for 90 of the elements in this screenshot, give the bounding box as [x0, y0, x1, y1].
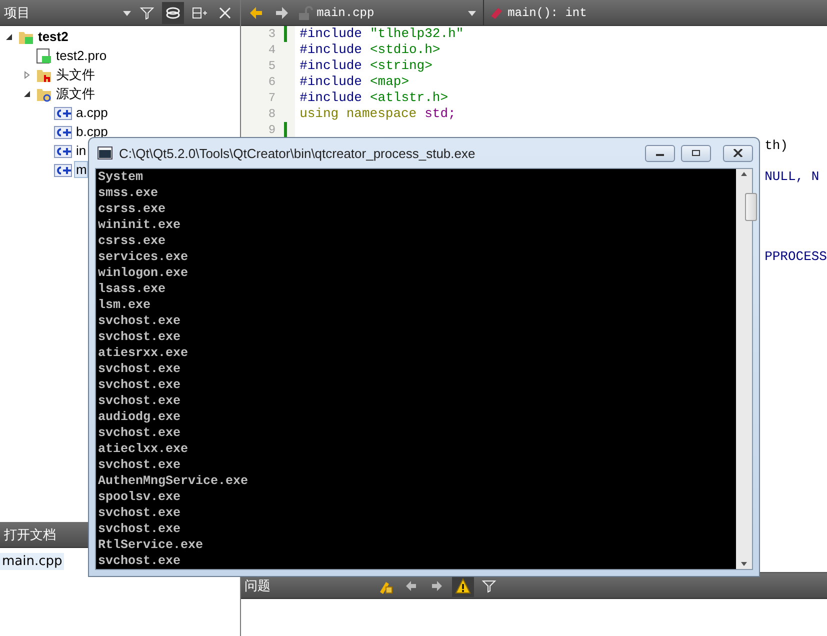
console-line: AuthenMngService.exe	[98, 473, 250, 489]
document-item[interactable]: main.cpp	[0, 553, 64, 570]
console-line: smss.exe	[98, 185, 160, 201]
close-button[interactable]	[723, 144, 753, 162]
tree-item[interactable]: test2	[36, 28, 70, 45]
file-name: main.cpp	[316, 6, 376, 20]
console-line: winlogon.exe	[98, 265, 190, 281]
console-line: wininit.exe	[98, 217, 182, 233]
code-token: <stdio.h>	[370, 42, 440, 58]
console-line: svchost.exe	[98, 393, 182, 409]
line-number: 3	[268, 26, 277, 42]
dropdown-arrow-icon	[466, 8, 477, 16]
dropdown-arrow-icon[interactable]	[122, 8, 132, 16]
code-token: <string>	[370, 58, 432, 74]
expanded-arrow-icon	[23, 90, 31, 98]
panel-title: 问题	[244, 578, 271, 594]
panel-title: 打开文档	[4, 526, 56, 544]
expanded-arrow-icon	[5, 32, 13, 40]
minimize-button[interactable]	[645, 144, 675, 162]
console-line: spoolsv.exe	[98, 489, 182, 505]
console-line: svchost.exe	[98, 313, 182, 329]
panel-title: 项目	[4, 4, 31, 22]
code-token: std;	[424, 106, 456, 122]
console-line: svchost.exe	[98, 521, 182, 537]
qt-project-file-icon	[36, 48, 52, 64]
back-arrow-icon	[248, 4, 264, 20]
console-line: svchost.exe	[98, 377, 182, 393]
console-line: atiesrxx.exe	[98, 345, 190, 361]
console-line: lsm.exe	[98, 297, 152, 313]
collapsed-arrow-icon	[23, 70, 31, 78]
code-fragment: NULL, N	[764, 169, 820, 185]
line-number: 8	[268, 106, 277, 122]
maximize-button[interactable]	[681, 144, 711, 162]
console-line: svchost.exe	[98, 505, 182, 521]
code-fragment: th)	[764, 138, 789, 154]
warning-icon	[454, 578, 471, 594]
cpp-file-icon	[54, 124, 72, 140]
cpp-file-icon	[54, 104, 72, 120]
console-line: RtlService.exe	[98, 537, 204, 553]
cpp-file-icon	[54, 142, 72, 158]
code-token: "tlhelp32.h"	[370, 26, 464, 42]
code-token: #include	[300, 42, 362, 58]
code-token: #include	[300, 26, 362, 42]
line-number: 4	[268, 42, 277, 58]
console-line: svchost.exe	[98, 361, 182, 377]
console-line: System	[98, 169, 144, 185]
filter-icon	[480, 578, 497, 594]
lock-icon	[296, 4, 313, 20]
tree-item[interactable]: in	[74, 142, 88, 159]
tree-item[interactable]: m	[74, 161, 88, 178]
code-token: #include	[300, 58, 362, 74]
close-icon	[733, 149, 743, 157]
console-line: audiodg.exe	[98, 409, 182, 425]
console-line: atieclxx.exe	[98, 441, 190, 457]
code-fragment: PPROCESS	[764, 249, 827, 265]
console-line: lsass.exe	[98, 281, 167, 297]
console-line: csrss.exe	[98, 233, 167, 249]
code-token: #include	[300, 74, 362, 90]
maximize-icon	[691, 149, 701, 157]
cpp-file-icon	[54, 162, 72, 178]
filter-icon	[138, 4, 155, 20]
console-line: services.exe	[98, 249, 190, 265]
line-number: 5	[268, 58, 277, 74]
scroll-thumb[interactable]	[745, 193, 757, 221]
line-number: 6	[268, 74, 277, 90]
forward-arrow-icon	[274, 4, 290, 20]
line-number: 7	[268, 90, 277, 106]
close-icon	[216, 4, 233, 20]
tree-item[interactable]: b.cpp	[74, 123, 109, 140]
tree-item[interactable]: 头文件	[54, 64, 96, 84]
link-button[interactable]	[162, 2, 184, 24]
code-token: <atlstr.h>	[370, 90, 448, 106]
chain-link-icon	[164, 4, 181, 20]
tree-item[interactable]: 源文件	[54, 84, 96, 104]
window-title: C:\Qt\Qt5.2.0\Tools\QtCreator\bin\qtcreator_process_stub.exe	[119, 146, 476, 160]
tree-item[interactable]: test2.pro	[54, 47, 108, 64]
line-number: 9	[268, 122, 277, 138]
console-line: svchost.exe	[98, 553, 182, 569]
symbol-selector[interactable]: main(): int	[508, 6, 823, 20]
code-token: using namespace	[300, 106, 417, 122]
console-line: svchost.exe	[98, 329, 182, 345]
console-app-icon	[97, 145, 113, 161]
code-token: <map>	[370, 74, 410, 90]
console-line: svchost.exe	[98, 457, 182, 473]
console-line: csrss.exe	[98, 201, 167, 217]
file-selector[interactable]: main.cpp	[316, 0, 484, 25]
code-token: #include	[300, 90, 362, 106]
tree-item[interactable]: a.cpp	[74, 104, 109, 121]
split-icon	[190, 4, 207, 20]
console-line: svchost.exe	[98, 425, 182, 441]
